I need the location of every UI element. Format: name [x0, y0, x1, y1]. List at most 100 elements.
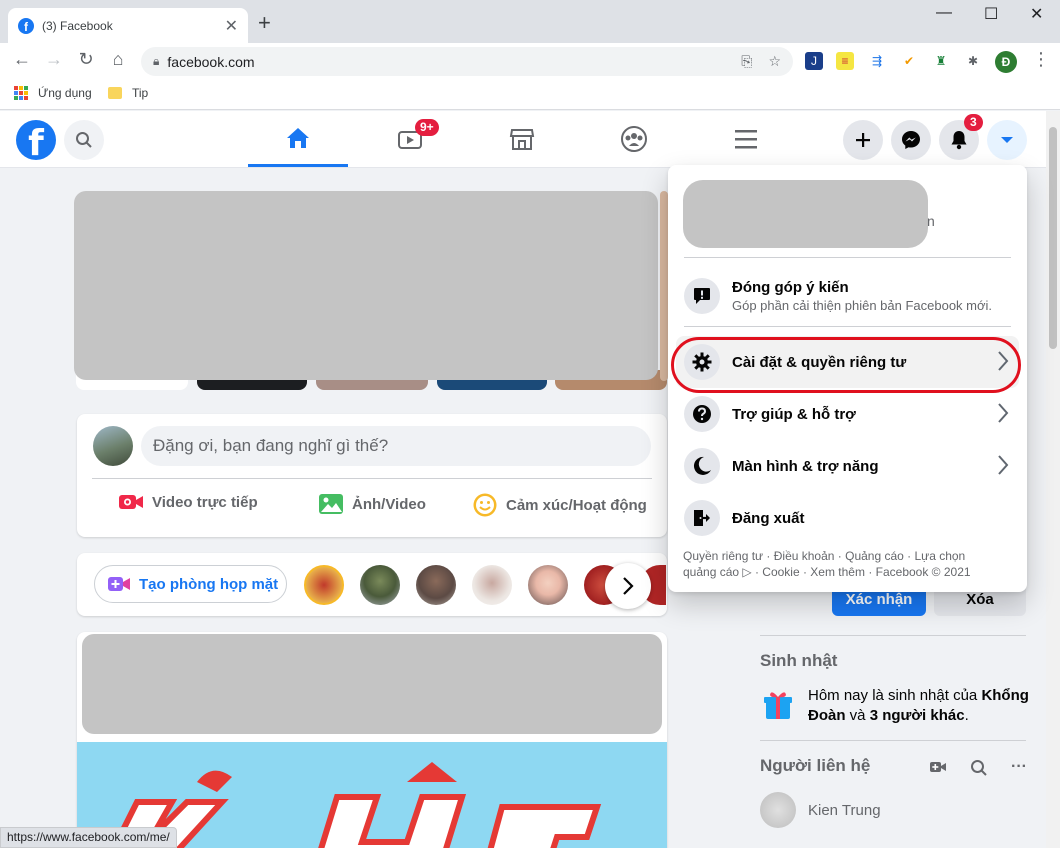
nav-marketplace-tab[interactable] [472, 111, 572, 167]
notifications-badge: 3 [964, 114, 983, 131]
story-card-edge [660, 191, 668, 381]
puzzle-extensions-icon[interactable]: ✱ [964, 52, 982, 70]
menu-footer-links: Quyền riêng tư · Điều khoản · Quảng cáo … [683, 548, 1013, 580]
close-window-icon[interactable]: ✕ [1030, 4, 1043, 24]
scrollbar-thumb[interactable] [1049, 127, 1057, 349]
nav-menu-tab[interactable] [696, 111, 796, 167]
contacts-search-icon[interactable] [970, 759, 988, 777]
room-contact-avatar[interactable] [304, 565, 344, 605]
close-tab-icon[interactable]: ✕ [225, 16, 238, 36]
plus-icon [856, 133, 870, 147]
new-tab-button[interactable]: + [258, 12, 271, 34]
home-icon [287, 127, 309, 148]
extension-1-icon[interactable]: J [805, 52, 823, 70]
live-video-button[interactable]: Video trực tiếp [118, 492, 258, 512]
display-accessibility-item[interactable]: Màn hình & trợ năng [676, 440, 1019, 492]
logout-label: Đăng xuất [732, 509, 805, 527]
messenger-button[interactable] [891, 120, 931, 160]
birthday-others[interactable]: 3 người khác [870, 707, 965, 724]
profile-blurred[interactable] [683, 180, 928, 248]
new-room-icon[interactable] [929, 759, 947, 775]
contacts-title: Người liên hệ [760, 756, 871, 775]
minimize-window-icon[interactable]: — [936, 4, 952, 22]
extension-5-icon[interactable]: ♜ [932, 52, 950, 70]
feeling-activity-button[interactable]: Cảm xúc/Hoạt động [472, 492, 647, 518]
maximize-window-icon[interactable]: ☐ [984, 4, 998, 24]
translate-icon[interactable]: ⎘ [741, 53, 752, 70]
browser-tab[interactable]: f (3) Facebook ✕ [8, 8, 248, 43]
create-button[interactable] [843, 120, 883, 160]
footer-links-line2[interactable]: quảng cáo ▷ · Cookie · Xem thêm · Facebo… [683, 564, 1013, 580]
room-contact-avatar[interactable] [472, 565, 512, 605]
bookmark-tip-label: Tip [132, 86, 149, 100]
feedback-sub: Góp phần cải thiện phiên bản Facebook mớ… [732, 298, 993, 313]
help-support-label: Trợ giúp & hỗ trợ [732, 405, 856, 423]
facebook-favicon-icon: f [18, 17, 34, 34]
user-avatar[interactable] [93, 426, 133, 466]
display-accessibility-label: Màn hình & trợ năng [732, 457, 879, 475]
contact-name[interactable]: Kien Trung [808, 802, 881, 819]
birthdays-title: Sinh nhật [760, 651, 838, 670]
live-video-label: Video trực tiếp [152, 493, 258, 511]
marketplace-icon [509, 129, 535, 150]
room-contact-avatar[interactable] [360, 565, 400, 605]
feedback-icon [684, 278, 720, 314]
facebook-search-button[interactable] [64, 120, 104, 160]
facebook-logo-icon[interactable]: f [16, 120, 56, 160]
back-icon[interactable]: ← [10, 49, 34, 70]
rooms-next-button[interactable] [605, 563, 651, 609]
moon-icon [684, 448, 720, 484]
bookmarks-bar: Ứng dụng Tip [0, 79, 1060, 110]
photo-video-button[interactable]: Ảnh/Video [318, 492, 426, 516]
contact-avatar[interactable] [760, 792, 796, 828]
right-column-divider [760, 635, 1026, 636]
birthday-text-pre: Hôm nay là sinh nhật của [808, 687, 982, 704]
reload-icon[interactable]: ↻ [74, 49, 98, 70]
highlight-ring [671, 337, 1021, 393]
footer-links-line1[interactable]: Quyền riêng tư · Điều khoản · Quảng cáo … [683, 548, 1013, 564]
home-icon[interactable]: ⌂ [106, 49, 130, 70]
lock-icon: 🔒︎ [153, 54, 160, 68]
birthday-text-mid: và [845, 707, 870, 724]
extension-4-icon[interactable]: ✔ [900, 52, 918, 70]
bookmark-apps[interactable]: Ứng dụng [14, 86, 92, 100]
feeling-icon [473, 493, 497, 517]
messenger-icon [902, 131, 920, 149]
extension-3-icon[interactable]: ⇶ [868, 52, 886, 70]
feeling-activity-label: Cảm xúc/Hoạt động [506, 496, 647, 514]
account-menu-button[interactable] [987, 120, 1027, 160]
logout-item[interactable]: Đăng xuất [676, 492, 1019, 544]
watch-badge: 9+ [415, 119, 439, 136]
nav-home-tab[interactable] [248, 111, 348, 167]
notifications-button[interactable]: 3 [939, 114, 983, 160]
browser-menu-icon[interactable]: ⋮ [1032, 49, 1050, 70]
question-icon [684, 396, 720, 432]
browser-tabstrip: f (3) Facebook ✕ + — ☐ ✕ [0, 0, 1060, 43]
address-url: facebook.com [167, 53, 255, 70]
photo-video-label: Ảnh/Video [352, 495, 426, 513]
create-room-button[interactable]: Tạo phòng họp mặt [94, 565, 287, 603]
contacts-more-icon[interactable]: ··· [1011, 758, 1027, 776]
search-icon [76, 132, 92, 148]
extension-2-icon[interactable]: ≡ [836, 52, 854, 70]
groups-icon [621, 126, 647, 152]
live-video-icon [119, 495, 143, 509]
feedback-item[interactable]: Đóng góp ý kiến Góp phần cải thiện phiên… [676, 266, 1019, 326]
nav-groups-tab[interactable] [584, 111, 684, 167]
forward-icon[interactable]: → [42, 49, 66, 70]
bookmark-star-icon[interactable]: ☆ [768, 53, 781, 70]
birthday-text-end: . [964, 707, 969, 724]
feedback-label: Đóng góp ý kiến [732, 279, 849, 296]
room-contact-avatar[interactable] [528, 565, 568, 605]
address-bar[interactable]: 🔒︎ facebook.com ⎘ ☆ [141, 47, 793, 76]
browser-status-bar: https://www.facebook.com/me/ [0, 827, 177, 848]
nav-watch-tab[interactable]: 9+ [360, 111, 460, 167]
browser-profile-avatar[interactable]: Đ [995, 51, 1017, 73]
composer-input[interactable]: Đặng ơi, bạn đang nghĩ gì thế? [141, 426, 651, 466]
hamburger-menu-icon [735, 130, 757, 149]
help-support-item[interactable]: Trợ giúp & hỗ trợ [676, 388, 1019, 440]
page-scrollbar[interactable] [1046, 111, 1060, 848]
composer-divider [92, 478, 652, 479]
bookmark-tip[interactable]: Tip [108, 86, 148, 100]
room-contact-avatar[interactable] [416, 565, 456, 605]
